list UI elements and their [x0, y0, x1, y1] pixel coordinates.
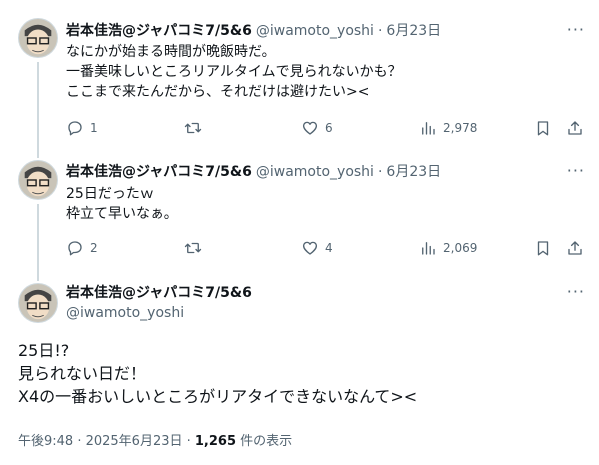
tweet-text: なにかが始まる時間が晩飯時だ。 一番美味しいところリアルタイムで見られないかも？…	[66, 42, 402, 102]
views-count: 2,069	[443, 241, 478, 255]
reply-icon	[68, 121, 82, 136]
views-label: 件の表示	[236, 434, 293, 449]
tweet-line: 見られない日だ！	[18, 364, 147, 383]
bookmark-icon	[537, 121, 549, 136]
tweet-actions: 2 4 2,069	[66, 239, 586, 259]
user-handle[interactable]: @iwamoto_yoshi	[256, 163, 374, 181]
tweet-2[interactable]: 岩本佳浩@ジャパコミ7/5&6 @iwamoto_yoshi · 6月23日 ·…	[0, 150, 599, 275]
tweet-actions: 1 6 2,978	[66, 119, 586, 139]
reply-count: 1	[90, 121, 98, 135]
tweet-line: ここまで来たんだから、それだけは避けたい><	[66, 84, 370, 100]
tweet-text: 25日だったｗ 枠立て早いなぁ。	[66, 184, 178, 224]
tweet-timestamp[interactable]: 午後9:48 · 2025年6月23日 ·	[18, 434, 195, 449]
like-icon	[302, 121, 318, 135]
views-count: 2,978	[443, 121, 478, 135]
reply-button[interactable]: 1	[66, 119, 98, 137]
more-icon[interactable]: ···	[567, 20, 585, 39]
thread-line	[37, 204, 39, 275]
tweet-line: 枠立て早いなぁ。	[66, 206, 178, 222]
share-button[interactable]	[566, 239, 584, 257]
avatar[interactable]	[18, 160, 58, 200]
tweet-line: 25日だったｗ	[66, 186, 154, 202]
separator-dot: ·	[377, 23, 383, 39]
views-count: 1,265	[194, 434, 237, 449]
bookmark-button[interactable]	[534, 119, 552, 137]
reply-count: 2	[90, 241, 98, 255]
thread-line	[37, 150, 39, 158]
avatar[interactable]	[18, 283, 58, 323]
tweet-1[interactable]: 岩本佳浩@ジャパコミ7/5&6 @iwamoto_yoshi · 6月23日 ·…	[0, 0, 599, 150]
like-button[interactable]: 6	[301, 119, 333, 137]
user-handle[interactable]: @iwamoto_yoshi	[256, 22, 374, 40]
share-button[interactable]	[566, 119, 584, 137]
more-icon[interactable]: ···	[567, 161, 585, 180]
retweet-button[interactable]	[184, 239, 202, 257]
reply-button[interactable]: 2	[66, 239, 98, 257]
avatar[interactable]	[18, 18, 58, 58]
like-count: 6	[325, 121, 333, 135]
tweet-meta: 午後9:48 · 2025年6月23日 · 1,265 件の表示	[18, 430, 292, 449]
reply-icon	[68, 241, 82, 256]
more-icon[interactable]: ···	[567, 282, 585, 301]
views-button[interactable]: 2,978	[419, 119, 477, 137]
thread-line	[37, 62, 39, 150]
tweet-text: 25日!? 見られない日だ！ X4の一番おいしいところがリアタイできないなんて>…	[18, 339, 417, 408]
views-icon	[422, 122, 435, 135]
tweet-date[interactable]: 6月23日	[386, 163, 441, 181]
user-handle[interactable]: @iwamoto_yoshi	[66, 304, 184, 322]
views-icon	[422, 242, 435, 255]
display-name[interactable]: 岩本佳浩@ジャパコミ7/5&6	[66, 284, 252, 302]
like-button[interactable]: 4	[301, 239, 333, 257]
separator-dot: ·	[377, 164, 383, 180]
share-icon	[568, 241, 582, 255]
retweet-icon	[184, 242, 202, 254]
retweet-button[interactable]	[184, 119, 202, 137]
tweet-line: 25日!?	[18, 341, 70, 360]
tweet-date[interactable]: 6月23日	[386, 22, 441, 40]
bookmark-icon	[537, 241, 549, 256]
display-name[interactable]: 岩本佳浩@ジャパコミ7/5&6	[66, 22, 252, 40]
share-icon	[568, 121, 582, 135]
tweet-line: 一番美味しいところリアルタイムで見られないかも？	[66, 64, 402, 80]
tweet-line: X4の一番おいしいところがリアタイできないなんて><	[18, 387, 418, 406]
views-button[interactable]: 2,069	[419, 239, 477, 257]
bookmark-button[interactable]	[534, 239, 552, 257]
main-tweet: 岩本佳浩@ジャパコミ7/5&6 @iwamoto_yoshi ··· 25日!?…	[0, 275, 599, 465]
retweet-icon	[184, 122, 202, 134]
like-icon	[302, 241, 318, 255]
display-name[interactable]: 岩本佳浩@ジャパコミ7/5&6	[66, 163, 252, 181]
tweet-header: 岩本佳浩@ジャパコミ7/5&6 @iwamoto_yoshi · 6月23日	[66, 163, 441, 181]
tweet-line: なにかが始まる時間が晩飯時だ。	[66, 44, 276, 60]
tweet-header: 岩本佳浩@ジャパコミ7/5&6 @iwamoto_yoshi · 6月23日	[66, 22, 441, 40]
like-count: 4	[325, 241, 333, 255]
thread-line	[37, 275, 39, 281]
